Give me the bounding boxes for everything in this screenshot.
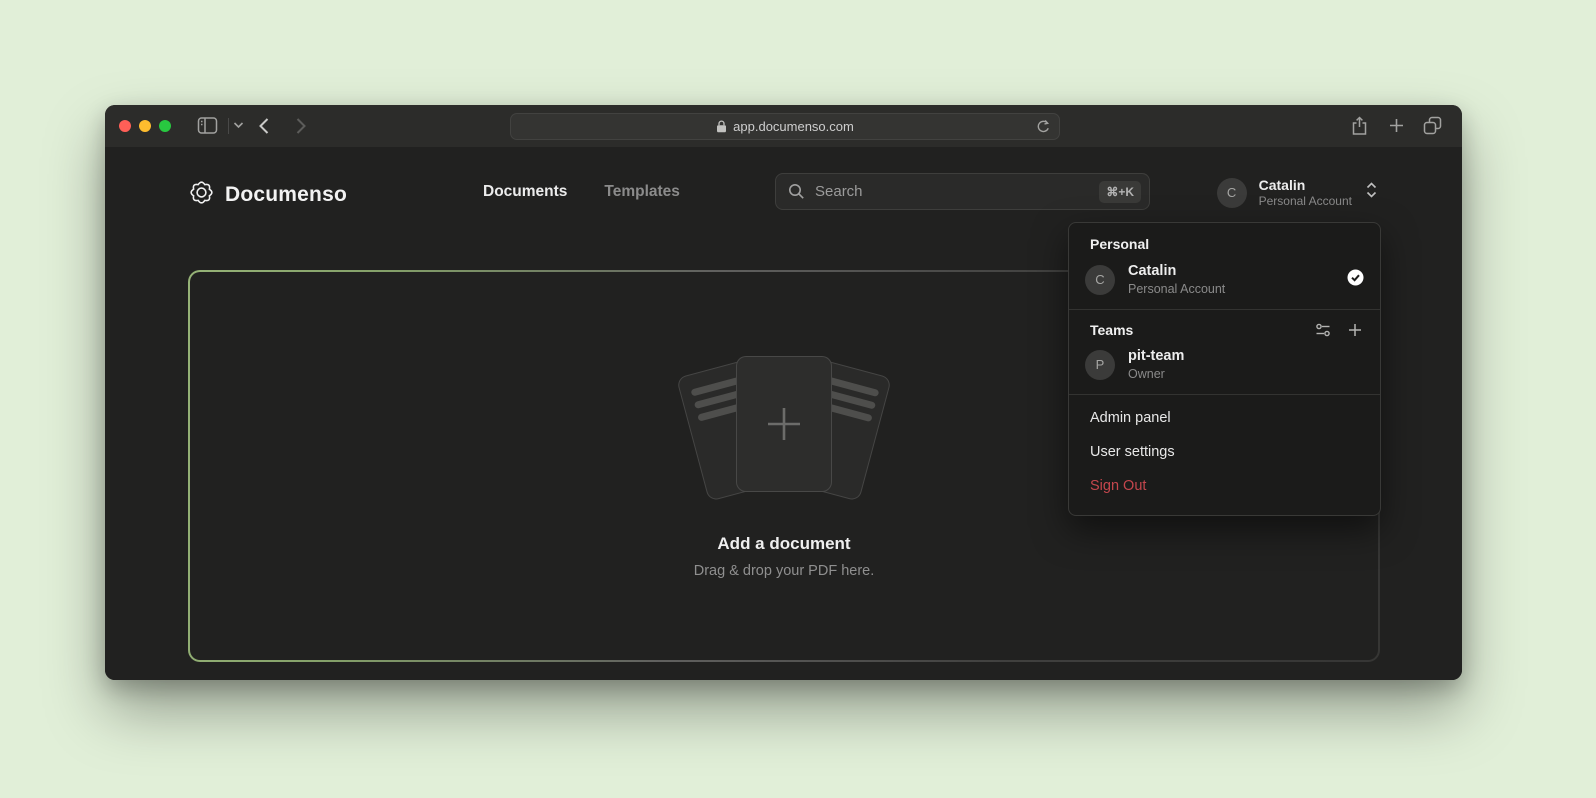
chevrons-up-down-icon — [1366, 182, 1377, 203]
chevron-down-icon[interactable] — [233, 121, 244, 129]
personal-account-name: Catalin — [1128, 263, 1225, 280]
back-button-icon[interactable] — [258, 117, 270, 135]
lock-icon — [716, 120, 727, 133]
close-window-button[interactable] — [119, 120, 131, 132]
manage-teams-icon[interactable] — [1315, 322, 1331, 338]
document-card-center — [736, 356, 832, 492]
document-stack-illustration — [659, 354, 909, 504]
search-input[interactable] — [815, 183, 1099, 200]
search-icon — [788, 183, 805, 200]
sidebar-toggle-icon[interactable] — [197, 116, 218, 135]
reload-icon[interactable] — [1036, 119, 1051, 135]
forward-button-icon[interactable] — [295, 117, 307, 135]
team-item[interactable]: P pit-team Owner — [1069, 345, 1380, 394]
tab-overview-icon[interactable] — [1423, 116, 1442, 135]
personal-account-subtitle: Personal Account — [1128, 282, 1225, 296]
main-nav: Documents Templates — [483, 183, 680, 201]
avatar: C — [1217, 178, 1247, 208]
menu-item-user-settings[interactable]: User settings — [1069, 435, 1380, 469]
personal-account-item[interactable]: C Catalin Personal Account — [1069, 260, 1380, 309]
menu-item-admin-panel[interactable]: Admin panel — [1069, 401, 1380, 435]
search-shortcut-badge: ⌘+K — [1099, 181, 1141, 203]
selected-check-icon — [1347, 269, 1364, 291]
app-page: Documenso Documents Templates ⌘+K C — [105, 147, 1462, 680]
avatar: P — [1085, 350, 1115, 380]
brand-name: Documenso — [225, 183, 347, 207]
account-subtitle: Personal Account — [1259, 195, 1352, 209]
dropzone-title: Add a document — [717, 534, 850, 554]
teams-section-label: Teams — [1090, 322, 1133, 338]
teams-section-header: Teams — [1069, 310, 1380, 345]
browser-toolbar: app.documenso.com — [105, 105, 1462, 147]
avatar: C — [1085, 265, 1115, 295]
new-tab-icon[interactable] — [1389, 118, 1404, 133]
nav-documents[interactable]: Documents — [483, 183, 567, 201]
add-team-icon[interactable] — [1348, 323, 1362, 337]
dropdown-actions: Admin panel User settings Sign Out — [1069, 395, 1380, 511]
toolbar-divider — [228, 118, 229, 134]
dropzone-subtitle: Drag & drop your PDF here. — [694, 563, 875, 579]
address-bar[interactable]: app.documenso.com — [510, 113, 1060, 140]
zoom-window-button[interactable] — [159, 120, 171, 132]
plus-icon — [762, 402, 806, 446]
browser-window: app.documenso.com — [105, 105, 1462, 680]
account-menu-trigger[interactable]: C Catalin Personal Account — [1217, 177, 1377, 209]
nav-templates[interactable]: Templates — [604, 183, 680, 201]
team-role: Owner — [1128, 367, 1184, 381]
account-name: Catalin — [1259, 177, 1352, 193]
search-bar[interactable]: ⌘+K — [775, 173, 1150, 210]
documenso-logo-icon — [188, 179, 215, 211]
minimize-window-button[interactable] — [139, 120, 151, 132]
traffic-lights — [119, 120, 171, 132]
team-name: pit-team — [1128, 348, 1184, 365]
share-icon[interactable] — [1351, 116, 1368, 136]
account-dropdown-menu: Personal C Catalin Personal Account Team… — [1068, 222, 1381, 516]
personal-section-label: Personal — [1069, 223, 1380, 260]
menu-item-sign-out[interactable]: Sign Out — [1069, 469, 1380, 503]
app-header: Documenso Documents Templates ⌘+K C — [188, 169, 1380, 215]
brand[interactable]: Documenso — [188, 179, 347, 211]
url-text: app.documenso.com — [733, 119, 854, 134]
